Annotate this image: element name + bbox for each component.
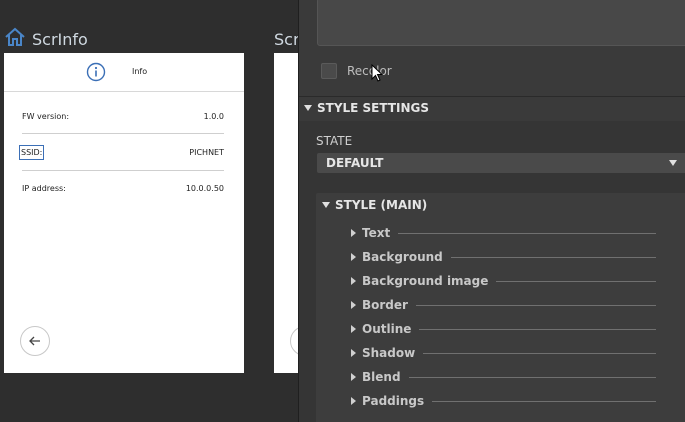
back-button[interactable] bbox=[290, 326, 298, 356]
prop-paddings[interactable]: Paddings bbox=[351, 393, 656, 409]
prop-line bbox=[450, 256, 656, 258]
info-row-ssid[interactable]: SSID: PICHNET bbox=[19, 145, 224, 161]
prop-line bbox=[432, 400, 656, 402]
prop-label: Background bbox=[362, 250, 443, 264]
info-row-ip[interactable]: IP address: 10.0.0.50 bbox=[22, 181, 224, 197]
collapse-triangle-icon bbox=[322, 202, 330, 208]
prop-label: Blend bbox=[362, 370, 401, 384]
prop-background-image[interactable]: Background image bbox=[351, 273, 656, 289]
style-main-title: STYLE (MAIN) bbox=[335, 198, 428, 212]
row-divider bbox=[22, 133, 224, 134]
screen-name: ScrInfo bbox=[32, 29, 88, 49]
prop-label: Shadow bbox=[362, 346, 416, 360]
header-divider bbox=[4, 91, 244, 92]
properties-panel: Recolor STYLE SETTINGS STATE DEFAULT STY… bbox=[298, 0, 685, 422]
header-title: Info bbox=[132, 67, 148, 76]
screen-preview[interactable]: Info FW version: 1.0.0 SSID: PICHNET IP … bbox=[4, 53, 244, 373]
prop-line bbox=[423, 352, 656, 354]
expand-triangle-icon bbox=[351, 253, 356, 261]
expand-triangle-icon bbox=[351, 229, 356, 237]
prop-line bbox=[415, 304, 656, 306]
prop-background[interactable]: Background bbox=[351, 249, 656, 265]
info-row-fw[interactable]: FW version: 1.0.0 bbox=[22, 109, 224, 125]
collapse-triangle-icon bbox=[304, 105, 312, 111]
screen-preview-2[interactable] bbox=[274, 53, 298, 373]
recolor-checkbox[interactable] bbox=[321, 63, 337, 79]
row-value: PICHNET bbox=[189, 148, 224, 157]
style-settings-header[interactable]: STYLE SETTINGS bbox=[304, 101, 429, 115]
prop-line bbox=[419, 328, 656, 330]
state-value: DEFAULT bbox=[326, 156, 384, 170]
expand-triangle-icon bbox=[351, 397, 356, 405]
canvas-area[interactable]: ScrInfo Scr Info FW version: 1.0.0 SSID:… bbox=[0, 0, 298, 422]
row-label: FW version: bbox=[22, 112, 70, 121]
screen-title: ScrInfo bbox=[4, 26, 88, 52]
prop-line bbox=[496, 280, 656, 282]
prop-blend[interactable]: Blend bbox=[351, 369, 656, 385]
prop-text[interactable]: Text bbox=[351, 225, 656, 241]
row-value: 1.0.0 bbox=[203, 112, 224, 121]
row-label-selected[interactable]: SSID: bbox=[19, 145, 45, 160]
arrow-left-icon bbox=[29, 336, 40, 346]
prop-line bbox=[408, 376, 656, 378]
expand-triangle-icon bbox=[351, 373, 356, 381]
expand-triangle-icon bbox=[351, 277, 356, 285]
expand-triangle-icon bbox=[351, 349, 356, 357]
recolor-label: Recolor bbox=[347, 64, 392, 78]
screen2-name: Scr bbox=[274, 30, 298, 49]
section-title: STYLE SETTINGS bbox=[317, 101, 430, 115]
home-icon[interactable] bbox=[4, 26, 26, 52]
prop-line bbox=[398, 232, 656, 234]
prop-border[interactable]: Border bbox=[351, 297, 656, 313]
info-icon bbox=[86, 62, 106, 82]
row-label: IP address: bbox=[22, 184, 66, 193]
prop-label: Background image bbox=[362, 274, 489, 288]
expand-triangle-icon bbox=[351, 301, 356, 309]
chevron-down-icon bbox=[669, 160, 677, 166]
state-label: STATE bbox=[316, 134, 353, 148]
mouse-cursor-icon bbox=[371, 64, 384, 82]
state-dropdown[interactable]: DEFAULT bbox=[317, 153, 685, 173]
prop-outline[interactable]: Outline bbox=[351, 321, 656, 337]
prop-label: Paddings bbox=[362, 394, 425, 408]
prop-label: Border bbox=[362, 298, 408, 312]
prop-shadow[interactable]: Shadow bbox=[351, 345, 656, 361]
prop-label: Outline bbox=[362, 322, 412, 336]
section-divider bbox=[299, 96, 685, 97]
style-main-header[interactable]: STYLE (MAIN) bbox=[322, 198, 427, 212]
back-button[interactable] bbox=[20, 326, 50, 356]
expand-triangle-icon bbox=[351, 325, 356, 333]
row-value: 10.0.0.50 bbox=[185, 184, 224, 193]
prop-label: Text bbox=[362, 226, 391, 240]
style-main-group: STYLE (MAIN) Text Background Background … bbox=[316, 193, 685, 422]
text-input[interactable] bbox=[317, 0, 685, 46]
row-divider bbox=[22, 170, 224, 171]
